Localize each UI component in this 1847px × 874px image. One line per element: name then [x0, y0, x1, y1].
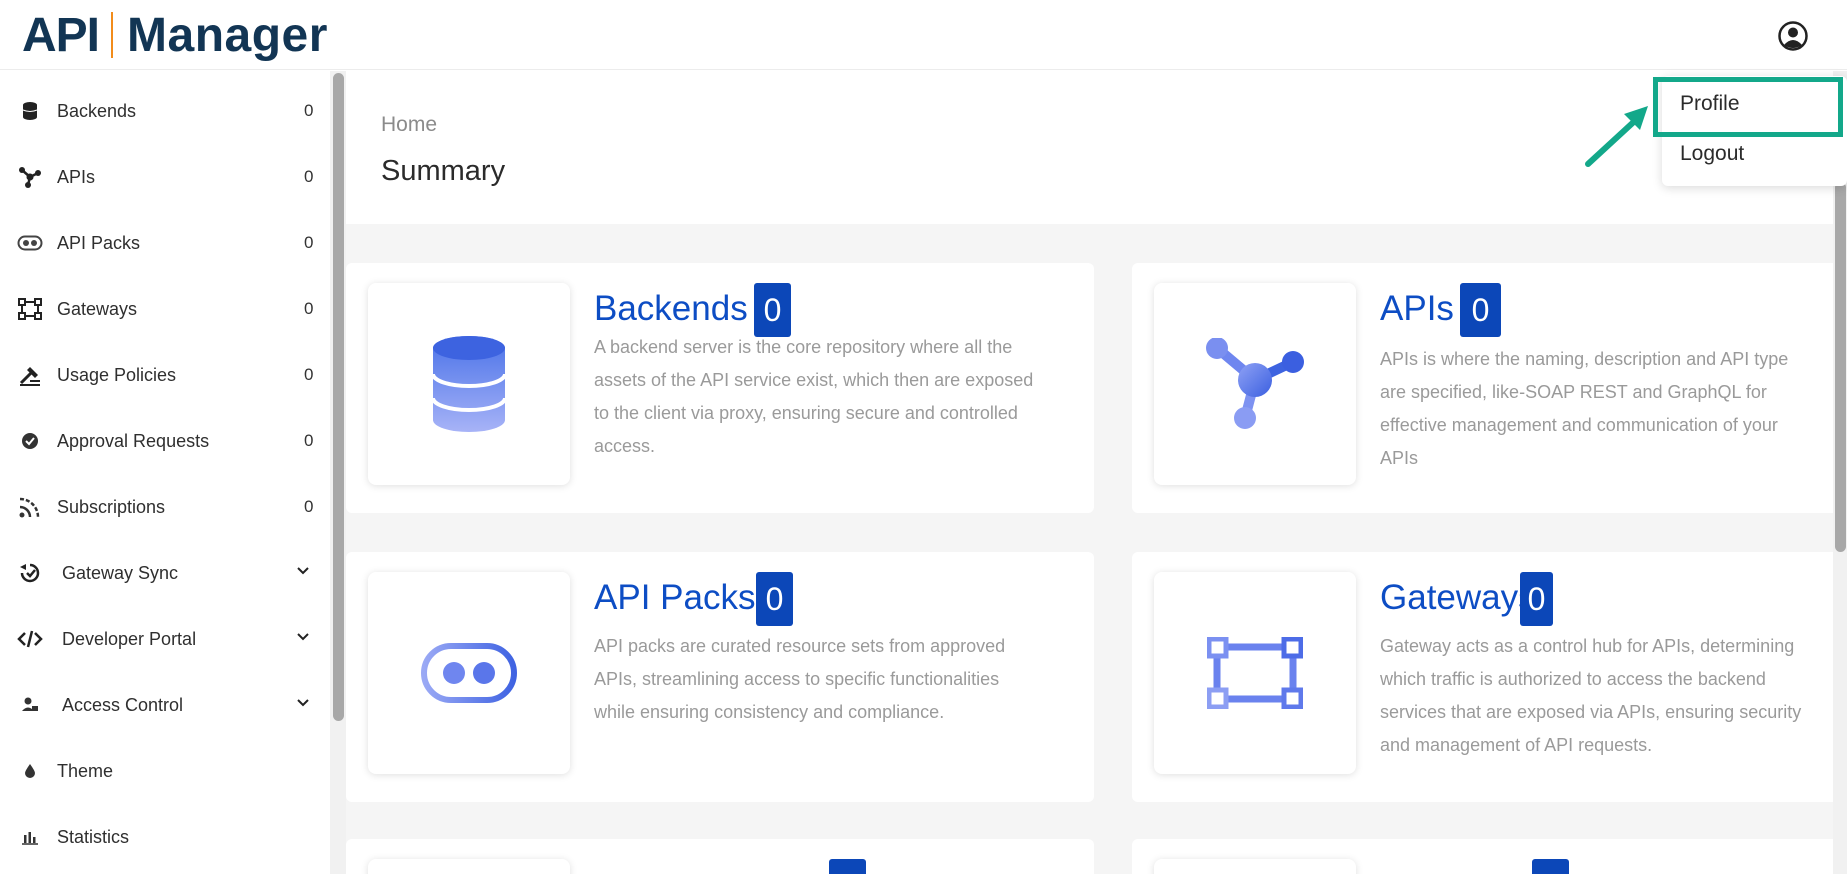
sidebar-item-label: Gateway Sync: [62, 562, 179, 583]
card-count-badge: 0: [1520, 572, 1553, 626]
sidebar-item-gateways[interactable]: Gateways 0: [0, 276, 330, 342]
sidebar-item-label: Approval Requests: [57, 430, 210, 451]
card-icon-box: [368, 283, 570, 485]
sidebar-item-count: 0: [304, 233, 314, 252]
sidebar-item-apis[interactable]: APIs 0: [0, 144, 330, 210]
app-logo[interactable]: API Manager: [22, 8, 328, 62]
logo-api-text: API: [22, 8, 100, 62]
summary-card-api-packs[interactable]: API Packs 0 API packs are curated resour…: [346, 552, 1094, 802]
gateway-icon: [17, 296, 43, 322]
main-scrollbar-thumb[interactable]: [1835, 182, 1846, 552]
sidebar-item-label: Backends: [57, 100, 137, 121]
sidebar-item-api-packs[interactable]: API Packs 0: [0, 210, 330, 276]
pack-icon: [421, 643, 517, 703]
sidebar-item-label: Access Control: [62, 694, 184, 715]
sidebar-item-developer-portal[interactable]: Developer Portal: [0, 606, 330, 672]
pointer-arrow-icon: [1585, 106, 1648, 167]
card-title: APIs: [1380, 289, 1454, 328]
sidebar: Backends 0 APIs 0 API Packs 0 Gateways 0…: [0, 71, 330, 874]
user-lock-icon: [17, 692, 43, 718]
card-icon-box: [1154, 283, 1356, 485]
sidebar-item-label: Theme: [57, 760, 114, 781]
summary-card-gateways[interactable]: Gateways 0 Gateway acts as a control hub…: [1132, 552, 1847, 802]
sidebar-item-count: 0: [304, 365, 314, 384]
card-description: API packs are curated resource sets from…: [594, 636, 1006, 722]
nodes-icon: [17, 164, 43, 190]
sidebar-item-statistics[interactable]: Statistics: [0, 804, 330, 870]
card-icon-box: [368, 572, 570, 774]
card-count-badge: [1532, 859, 1569, 874]
breadcrumb[interactable]: Home: [381, 113, 437, 137]
sidebar-item-subscriptions[interactable]: Subscriptions 0: [0, 474, 330, 540]
card-title: Gateways: [1380, 578, 1536, 617]
sidebar-item-count: 0: [304, 101, 314, 120]
sidebar-item-usage-policies[interactable]: Usage Policies 0: [0, 342, 330, 408]
sidebar-item-count: 0: [304, 167, 314, 186]
card-description: A backend server is the core repository …: [594, 337, 1034, 456]
policy-icon: [17, 362, 43, 388]
chevron-down-icon[interactable]: [296, 564, 310, 578]
database-icon: [431, 336, 507, 432]
sidebar-item-label: Gateways: [57, 298, 138, 319]
code-icon: [17, 626, 43, 652]
summary-card-partial[interactable]: [346, 839, 1094, 874]
sidebar-item-label: Developer Portal: [62, 628, 197, 649]
card-count-badge: 0: [756, 572, 793, 626]
logo-separator: [111, 12, 114, 58]
pack-icon: [17, 230, 43, 256]
sidebar-item-count: 0: [304, 497, 314, 516]
nodes-icon: [1206, 338, 1304, 429]
menu-item-logout[interactable]: Logout: [1680, 142, 1744, 166]
summary-card-apis[interactable]: APIs 0 APIs is where the naming, descrip…: [1132, 263, 1847, 513]
gateway-icon: [1207, 637, 1303, 709]
check-badge-icon: [17, 428, 43, 454]
chevron-down-icon[interactable]: [296, 630, 310, 644]
sidebar-item-backends[interactable]: Backends 0: [0, 78, 330, 144]
sidebar-scrollbar-thumb[interactable]: [333, 73, 344, 721]
user-circle-icon[interactable]: [1778, 21, 1808, 51]
sidebar-item-label: API Packs: [57, 232, 141, 253]
sidebar-item-label: Statistics: [57, 826, 130, 847]
card-icon-box: [1154, 859, 1356, 874]
sidebar-item-theme[interactable]: Theme: [0, 738, 330, 804]
page-title: Summary: [381, 155, 506, 187]
card-title: API Packs: [594, 578, 756, 617]
card-count-badge: 0: [1460, 283, 1501, 337]
database-icon: [17, 98, 43, 124]
sidebar-item-access-control[interactable]: Access Control: [0, 672, 330, 738]
sidebar-item-approval-requests[interactable]: Approval Requests 0: [0, 408, 330, 474]
sidebar-item-count: 0: [304, 299, 314, 318]
card-description: Gateway acts as a control hub for APIs, …: [1380, 636, 1802, 755]
droplet-icon: [17, 758, 43, 784]
card-count-badge: [829, 859, 866, 874]
summary-card-backends[interactable]: Backends 0 A backend server is the core …: [346, 263, 1094, 513]
card-title: Backends: [594, 289, 748, 328]
sync-icon: [17, 560, 43, 586]
card-description: APIs is where the naming, description an…: [1380, 349, 1789, 468]
logo-manager-text: Manager: [127, 8, 328, 62]
card-icon-box: [368, 859, 570, 874]
summary-card-partial[interactable]: [1132, 839, 1847, 874]
sidebar-item-label: APIs: [57, 166, 96, 187]
app-header: API Manager: [0, 0, 1847, 70]
highlight-box: [1653, 77, 1843, 137]
sidebar-item-count: 0: [304, 431, 314, 450]
subscription-icon: [17, 494, 43, 520]
sidebar-item-label: Subscriptions: [57, 496, 166, 517]
bar-chart-icon: [17, 824, 43, 850]
chevron-down-icon[interactable]: [296, 696, 310, 710]
card-count-badge: 0: [754, 283, 791, 337]
main-content: Home Summary Backends 0 A backend server…: [346, 71, 1847, 874]
card-icon-box: [1154, 572, 1356, 774]
sidebar-item-label: Usage Policies: [57, 364, 177, 385]
sidebar-item-gateway-sync[interactable]: Gateway Sync: [0, 540, 330, 606]
